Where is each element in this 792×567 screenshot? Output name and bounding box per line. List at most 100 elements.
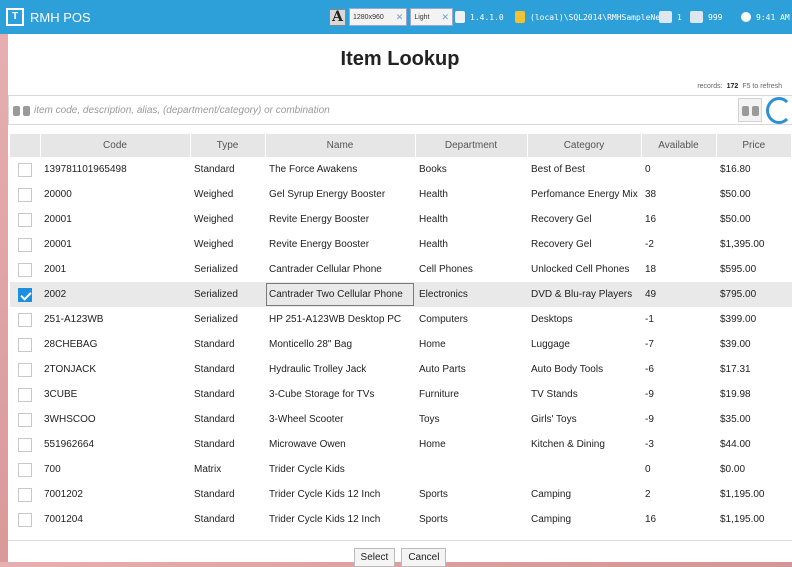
row-checkbox[interactable] [18, 262, 32, 277]
table-header: Code Type Name Department Category Avail… [10, 134, 792, 157]
row-checkbox[interactable] [18, 312, 32, 327]
code-cell: 7001202 [44, 489, 83, 500]
table-row[interactable]: 2001 Serialized Cantrader Cellular Phone Ce… [10, 257, 792, 282]
table-row[interactable]: 3WHSCOO Standard 3-Wheel Scooter Toys Girls'… [10, 407, 792, 432]
table-row[interactable]: 2TONJACK Standard Hydraulic Trolley Jack Au… [10, 357, 792, 382]
table-row[interactable]: 3CUBE Standard 3-Cube Storage for TVs Furni… [10, 382, 792, 407]
department-cell: Health [419, 239, 448, 250]
time-label: 9:41 AM [756, 12, 790, 22]
table-row[interactable]: 700 Matrix Trider Cycle Kids 0 $0.00 [10, 457, 792, 482]
row-checkbox-cell [10, 257, 40, 282]
table-row[interactable]: 7001202 Standard Trider Cycle Kids 12 Inch… [10, 482, 792, 507]
row-checkbox[interactable] [18, 412, 32, 427]
column-header-category[interactable]: Category [527, 134, 642, 157]
row-checkbox-cell [10, 182, 40, 207]
available-cell: 2 [645, 489, 651, 500]
available-cell: -9 [645, 389, 654, 400]
department-cell: Electronics [415, 282, 527, 307]
column-header-name[interactable]: Name [265, 134, 416, 157]
row-checkbox-cell [10, 432, 40, 457]
available-cell: -7 [645, 339, 654, 350]
price-cell: $35.00 [720, 414, 751, 425]
app-title: RMH POS [30, 9, 91, 25]
price-cell: $19.98 [720, 389, 751, 400]
font-size-icon[interactable]: A [329, 8, 346, 26]
theme-select[interactable]: Light ✕ [410, 8, 454, 26]
table-row[interactable]: 7001204 Standard Trider Cycle Kids 12 Inch… [10, 507, 792, 532]
column-header-price[interactable]: Price [716, 134, 792, 157]
column-header-available[interactable]: Available [641, 134, 717, 157]
type-cell: Standard [194, 364, 235, 375]
register-info: 1 [659, 0, 682, 34]
name-cell: Microwave Owen [269, 439, 346, 450]
row-checkbox[interactable] [18, 237, 32, 252]
row-checkbox[interactable] [18, 212, 32, 227]
code-cell: 3CUBE [44, 389, 78, 400]
name-cell: Cantrader Two Cellular Phone [265, 282, 415, 307]
type-cell: Standard [194, 439, 235, 450]
available-cell: 49 [641, 282, 716, 307]
code-cell: 3WHSCOO [44, 414, 96, 425]
name-cell: Monticello 28" Bag [269, 339, 353, 350]
select-button[interactable]: Select [353, 548, 396, 567]
row-checkbox[interactable] [18, 362, 32, 377]
code-cell: 20001 [44, 214, 72, 225]
department-cell: Books [419, 164, 447, 175]
department-cell: Sports [419, 514, 448, 525]
database-icon [515, 11, 525, 23]
table-row[interactable]: 251-A123WB Serialized HP 251-A123WB Deskto… [10, 307, 792, 332]
search-input[interactable] [30, 103, 730, 117]
row-checkbox[interactable] [18, 387, 32, 402]
user-label: 999 [708, 12, 723, 22]
available-cell: -2 [645, 239, 654, 250]
row-checkbox-cell [10, 307, 40, 332]
database-label: (local)\SQL2014\RMHSampleNew [530, 12, 665, 22]
row-checkbox[interactable] [18, 512, 32, 527]
table-row[interactable]: 20000 Weighed Gel Syrup Energy Booster Heal… [10, 182, 792, 207]
row-checkbox[interactable] [18, 437, 32, 452]
row-checkbox[interactable] [18, 337, 32, 352]
table-row[interactable]: 20001 Weighed Revite Energy Booster Health R… [10, 207, 792, 232]
department-cell: Auto Parts [419, 364, 466, 375]
cancel-button[interactable]: Cancel [401, 548, 447, 567]
column-header-code[interactable]: Code [40, 134, 191, 157]
search-button[interactable] [738, 98, 762, 122]
column-header-department[interactable]: Department [415, 134, 528, 157]
resolution-select[interactable]: 1280x960 ✕ [349, 8, 408, 26]
column-header-type[interactable]: Type [190, 134, 266, 157]
table-row[interactable]: 2002 Serialized Cantrader Two Cellular Pho… [10, 282, 792, 307]
table-row[interactable]: 20001 Weighed Revite Energy Booster Health R… [10, 232, 792, 257]
category-cell: Best of Best [531, 164, 585, 175]
records-label: records: [697, 83, 723, 90]
table-row[interactable]: 551962664 Standard Microwave Owen Home Kitch… [10, 432, 792, 457]
price-cell: $17.31 [720, 364, 751, 375]
refresh-icon[interactable] [766, 97, 792, 124]
database-info: (local)\SQL2014\RMHSampleNew [515, 0, 665, 34]
name-cell: Revite Energy Booster [269, 214, 370, 225]
table-row[interactable]: 139781101965498 Standard The Force Awakens… [10, 157, 792, 182]
version-info: 1.4.1.0 [455, 0, 504, 34]
close-icon[interactable]: ✕ [442, 12, 450, 23]
code-cell: 20000 [44, 189, 72, 200]
price-cell: $399.00 [720, 314, 757, 325]
row-checkbox[interactable] [18, 187, 32, 202]
price-cell: $39.00 [720, 339, 751, 350]
table-row[interactable]: 28CHEBAG Standard Monticello 28" Bag Home Lu… [10, 332, 792, 357]
close-icon[interactable]: ✕ [396, 12, 404, 23]
code-cell: 139781101965498 [44, 164, 127, 175]
department-cell: Sports [419, 489, 448, 500]
items-table: Code Type Name Department Category Avail… [10, 134, 792, 532]
type-cell: Serialized [194, 264, 238, 275]
department-cell [415, 457, 527, 482]
row-checkbox[interactable] [18, 462, 32, 477]
row-checkbox[interactable] [18, 287, 32, 302]
available-cell: -9 [645, 414, 654, 425]
available-cell: 16 [645, 214, 657, 225]
category-cell: Camping [531, 489, 572, 500]
binoculars-icon [13, 103, 30, 117]
department-cell: Home [419, 439, 446, 450]
row-checkbox[interactable] [18, 487, 32, 502]
type-cell: Standard [194, 339, 235, 350]
row-checkbox-cell [10, 232, 40, 257]
row-checkbox[interactable] [18, 162, 32, 177]
